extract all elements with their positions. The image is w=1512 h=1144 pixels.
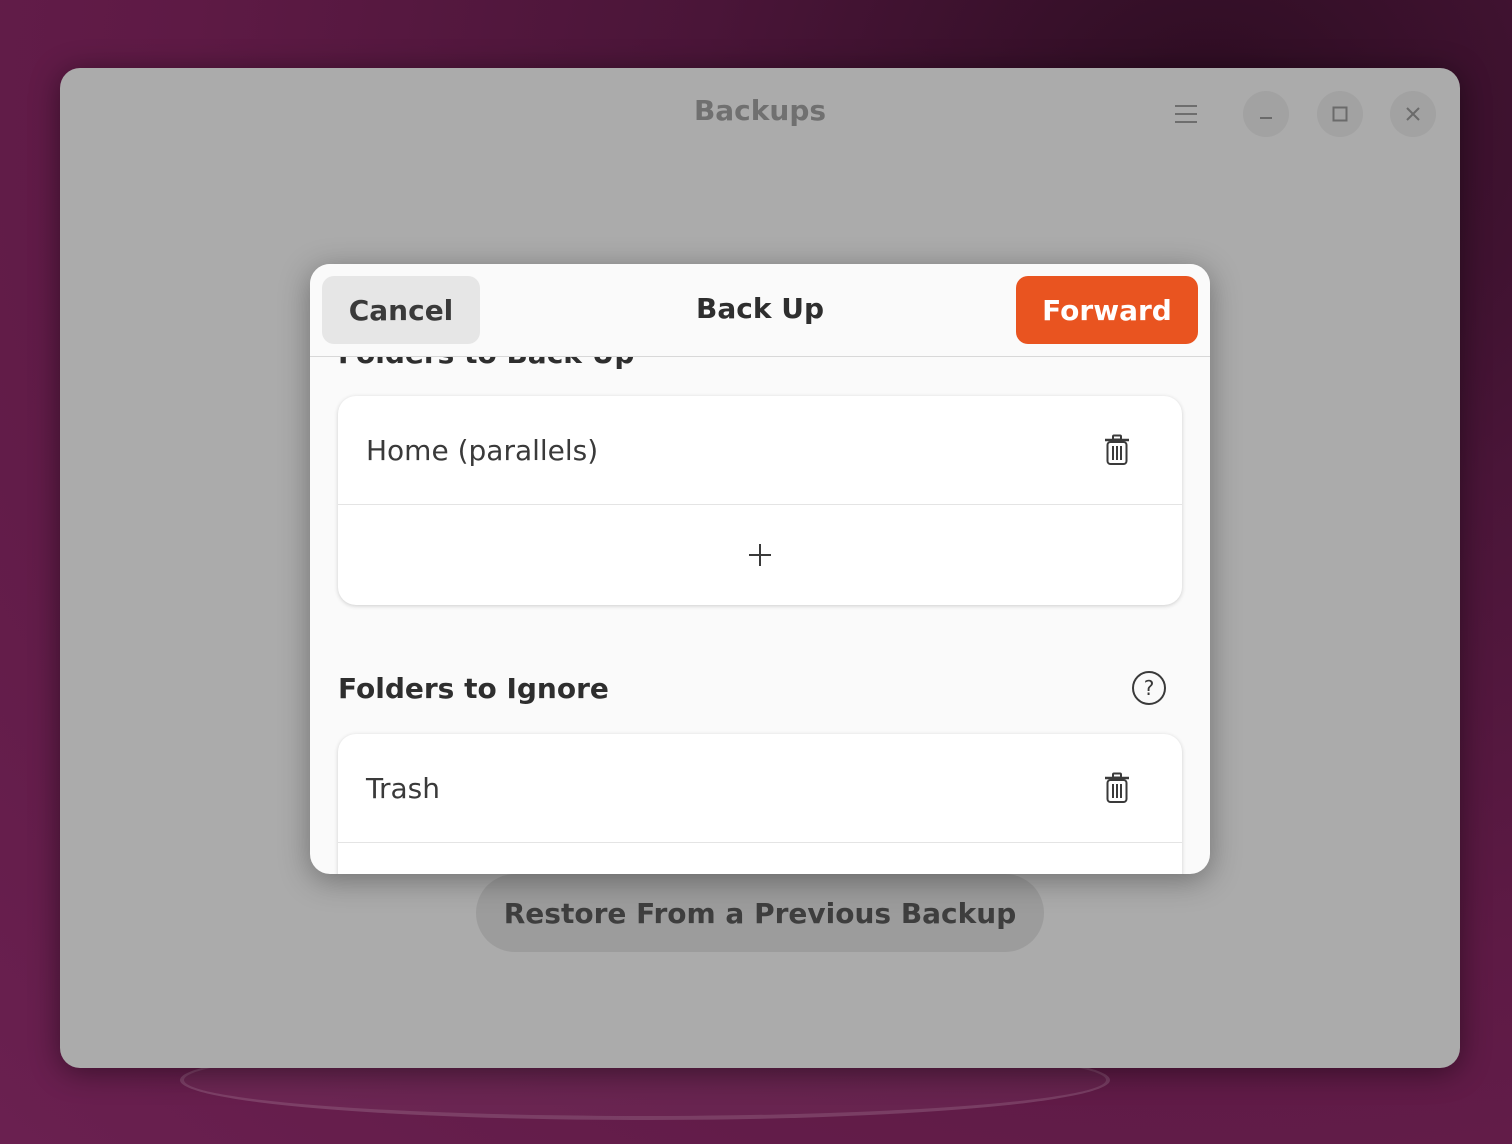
hamburger-icon	[1175, 105, 1197, 107]
trash-icon	[1105, 772, 1129, 803]
remove-folder-button[interactable]	[1100, 770, 1134, 806]
dialog-header: Cancel Back Up Forward	[310, 264, 1210, 357]
backup-folders-list: Home (parallels)	[338, 396, 1182, 605]
minimize-button[interactable]	[1243, 91, 1289, 137]
list-item: Trash	[338, 734, 1182, 843]
ignore-folders-list: Trash	[338, 734, 1182, 874]
ignore-section-header: Folders to Ignore ?	[338, 668, 1182, 708]
dialog-scroll-area[interactable]: Folders to Back Up Home (parallels)	[310, 357, 1210, 874]
forward-button[interactable]: Forward	[1016, 276, 1198, 344]
help-icon[interactable]: ?	[1132, 671, 1166, 705]
ignore-section-title: Folders to Ignore	[338, 671, 609, 705]
add-ignore-folder-button[interactable]	[338, 843, 1182, 874]
backup-section-title: Folders to Back Up	[338, 357, 634, 370]
trash-icon	[1105, 434, 1129, 465]
folder-label: Home (parallels)	[366, 433, 599, 467]
backup-dialog: Cancel Back Up Forward Folders to Back U…	[310, 264, 1210, 874]
plus-icon	[749, 544, 771, 566]
maximize-button[interactable]	[1317, 91, 1363, 137]
maximize-icon	[1332, 106, 1348, 122]
close-icon	[1406, 107, 1420, 121]
minimize-icon	[1260, 117, 1272, 119]
list-item: Home (parallels)	[338, 396, 1182, 505]
close-button[interactable]	[1390, 91, 1436, 137]
folder-label: Trash	[366, 771, 440, 805]
add-backup-folder-button[interactable]	[338, 505, 1182, 605]
remove-folder-button[interactable]	[1100, 432, 1134, 468]
main-menu-button[interactable]	[1168, 96, 1204, 132]
restore-previous-backup-button[interactable]: Restore From a Previous Backup	[476, 874, 1044, 952]
